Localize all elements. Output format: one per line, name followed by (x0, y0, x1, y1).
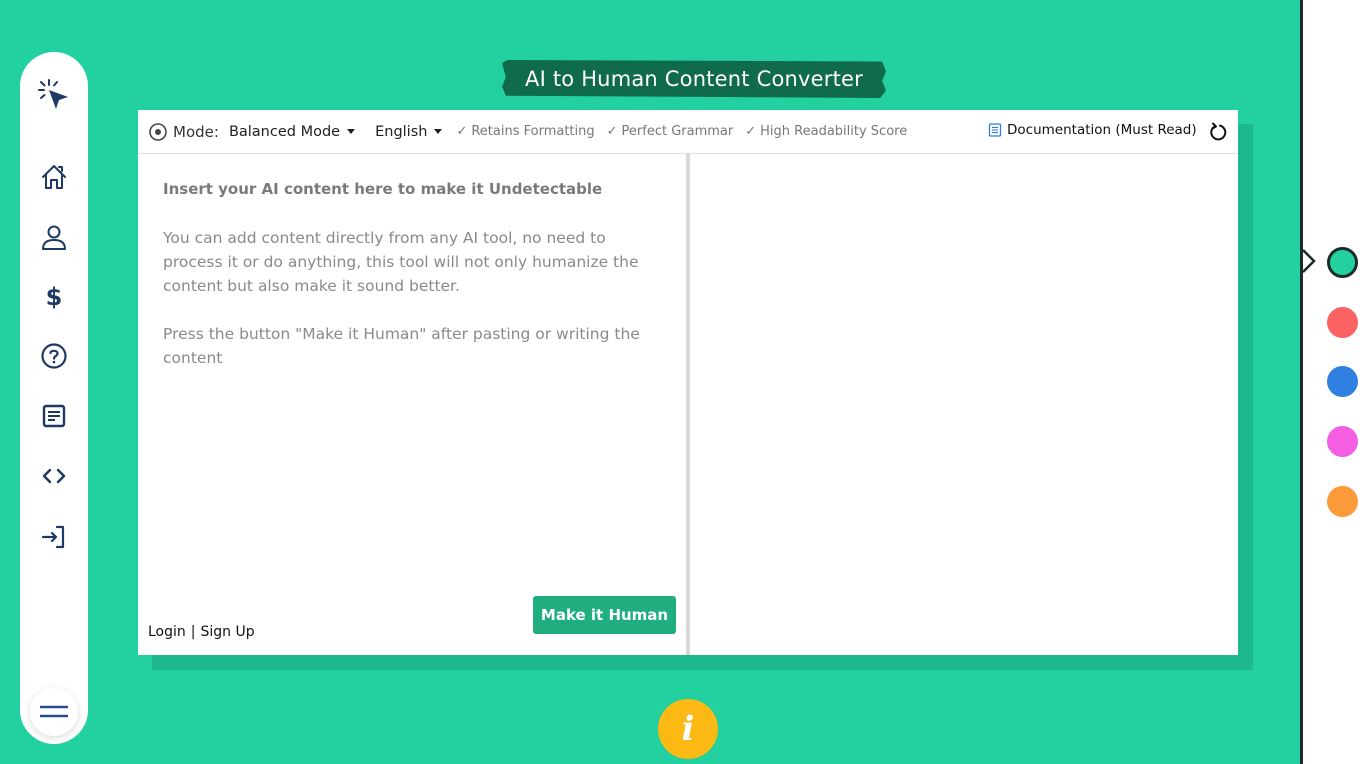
user-icon (42, 225, 66, 250)
input-placeholder: Insert your AI content here to make it U… (163, 180, 663, 394)
info-button[interactable]: i (658, 699, 718, 759)
chevron-right-icon (1302, 249, 1316, 273)
menu-button[interactable] (30, 688, 78, 736)
document-icon (42, 404, 66, 428)
language-value: English (375, 123, 428, 140)
documentation-link[interactable]: Documentation (Must Read) (988, 122, 1197, 138)
login-icon (41, 525, 65, 549)
documentation-link-label: Documentation (Must Read) (1007, 122, 1197, 138)
mode-value: Balanced Mode (228, 123, 341, 140)
output-textarea[interactable] (690, 154, 1238, 655)
home-icon (42, 165, 66, 189)
color-swatch-orange[interactable] (1327, 486, 1358, 517)
feature-label: Perfect Grammar (621, 124, 734, 139)
sidebar-item-api[interactable] (39, 461, 69, 491)
placeholder-paragraph: You can add content directly from any AI… (163, 229, 639, 295)
hamburger-icon (40, 705, 68, 718)
feature-label: High Readability Score (760, 124, 908, 139)
feature-retains-formatting: ✓ Retains Formatting (456, 124, 594, 139)
auth-links: Login | Sign Up (148, 624, 255, 640)
separator: | (190, 624, 196, 640)
sidebar-item-login[interactable] (39, 522, 69, 552)
dollar-icon: $ (45, 283, 63, 311)
info-icon: i (681, 709, 695, 749)
cursor-click-logo-icon[interactable] (36, 78, 72, 114)
radio-target-icon (148, 122, 168, 142)
sidebar-item-documents[interactable] (39, 401, 69, 431)
caret-down-icon (434, 129, 443, 134)
color-swatch-green[interactable] (1327, 247, 1358, 278)
refresh-icon (1210, 122, 1227, 141)
color-swatch-red[interactable] (1327, 307, 1358, 338)
make-it-human-button[interactable]: Make it Human (533, 596, 676, 634)
sidebar-item-home[interactable] (39, 162, 69, 192)
converter-panel: Mode: Balanced Mode English ✓ Retains Fo… (138, 110, 1238, 655)
sidebar-item-help[interactable] (39, 341, 69, 371)
document-icon (988, 123, 1002, 137)
placeholder-title: Insert your AI content here to make it U… (163, 180, 603, 198)
mode-dropdown[interactable]: Balanced Mode (228, 123, 356, 140)
language-dropdown[interactable]: English (375, 123, 443, 140)
help-circle-icon (41, 343, 67, 369)
toolbar: Mode: Balanced Mode English ✓ Retains Fo… (138, 110, 1238, 154)
caret-down-icon (347, 129, 356, 134)
sidebar-item-profile[interactable] (39, 222, 69, 252)
theme-color-panel (1300, 0, 1360, 764)
mode-label: Mode: (173, 122, 219, 141)
check-icon: ✓ (456, 124, 468, 139)
color-swatch-blue[interactable] (1327, 366, 1358, 397)
sidebar-item-pricing[interactable]: $ (39, 282, 69, 312)
input-textarea[interactable]: Insert your AI content here to make it U… (138, 154, 686, 655)
sidebar: $ (20, 52, 88, 744)
check-icon: ✓ (606, 124, 618, 139)
reset-button[interactable] (1208, 122, 1228, 142)
check-icon: ✓ (745, 124, 757, 139)
feature-label: Retains Formatting (471, 124, 595, 139)
page-title: AI to Human Content Converter (525, 67, 863, 91)
feature-high-readability: ✓ High Readability Score (745, 124, 907, 139)
signup-link[interactable]: Sign Up (201, 624, 255, 640)
login-link[interactable]: Login (148, 624, 186, 640)
placeholder-paragraph: Press the button "Make it Human" after p… (163, 325, 640, 367)
title-banner: AI to Human Content Converter (502, 60, 886, 98)
feature-perfect-grammar: ✓ Perfect Grammar (607, 124, 734, 139)
color-swatch-pink[interactable] (1327, 426, 1358, 457)
code-icon (42, 468, 66, 484)
